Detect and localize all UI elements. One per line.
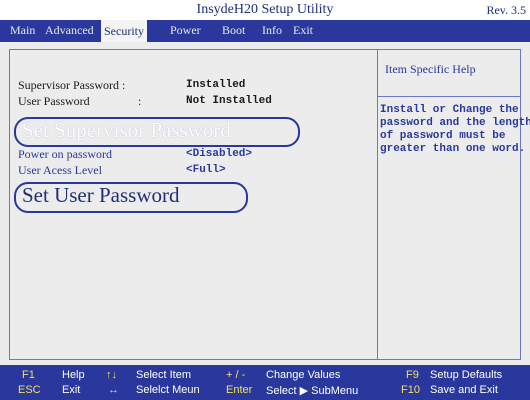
f1-key: F1 <box>22 369 35 381</box>
tab-main[interactable]: Main <box>10 23 35 38</box>
tab-exit[interactable]: Exit <box>293 23 313 38</box>
esc-key: ESC <box>18 384 41 396</box>
change-values-hint: Change Values <box>266 369 341 381</box>
tab-security[interactable]: Security <box>101 20 147 42</box>
up-down-arrows-icon: ↑↓ <box>106 369 117 381</box>
revision-label: Rev. 3.5 <box>486 3 526 17</box>
status-bar: F1 Help ↑↓ Select Item + / - Change Valu… <box>0 365 530 400</box>
user-access-level-value[interactable]: <Full> <box>186 164 226 176</box>
help-title: Item Specific Help <box>385 62 476 76</box>
f10-key: F10 <box>401 384 420 396</box>
set-supervisor-password-item[interactable]: Set Supervisor Password <box>22 118 231 143</box>
set-user-password-item[interactable]: Set User Password <box>22 183 180 208</box>
title-bar: InsydeH20 Setup Utility Rev. 3.5 <box>0 0 530 20</box>
exit-hint: Exit <box>62 384 81 396</box>
tab-advanced[interactable]: Advanced <box>45 23 94 38</box>
help-text: Install or Change the password and the l… <box>380 104 530 155</box>
plus-minus-key: + / - <box>226 369 246 381</box>
select-item-hint: Select Item <box>136 369 192 381</box>
user-password-label: User Password <box>18 94 90 108</box>
supervisor-password-value: Installed <box>186 79 246 91</box>
user-password-value: Not Installed <box>186 95 272 107</box>
power-on-password-label[interactable]: Power on password <box>18 147 112 162</box>
save-and-exit-hint: Save and Exit <box>430 384 498 396</box>
left-right-arrow-icon: ↔ <box>108 384 119 396</box>
menu-bar: Main Advanced Security Power Boot Info E… <box>0 20 530 42</box>
f9-key: F9 <box>406 369 419 381</box>
window-title: InsydeH20 Setup Utility <box>196 2 334 17</box>
help-separator <box>378 96 520 97</box>
supervisor-password-label: Supervisor Password : <box>18 78 126 92</box>
select-menu-hint: Selelct Meun <box>136 384 200 396</box>
user-password-colon: : <box>138 94 142 108</box>
enter-key: Enter <box>226 384 253 396</box>
help-hint: Help <box>62 369 85 381</box>
tab-power[interactable]: Power <box>170 23 201 38</box>
user-access-level-label[interactable]: User Acess Level <box>18 163 102 178</box>
select-submenu-hint: Select ▶ SubMenu <box>266 385 359 397</box>
power-on-password-value[interactable]: <Disabled> <box>186 148 252 160</box>
setup-defaults-hint: Setup Defaults <box>430 369 503 381</box>
tab-boot[interactable]: Boot <box>222 23 245 38</box>
tab-info[interactable]: Info <box>262 23 282 38</box>
